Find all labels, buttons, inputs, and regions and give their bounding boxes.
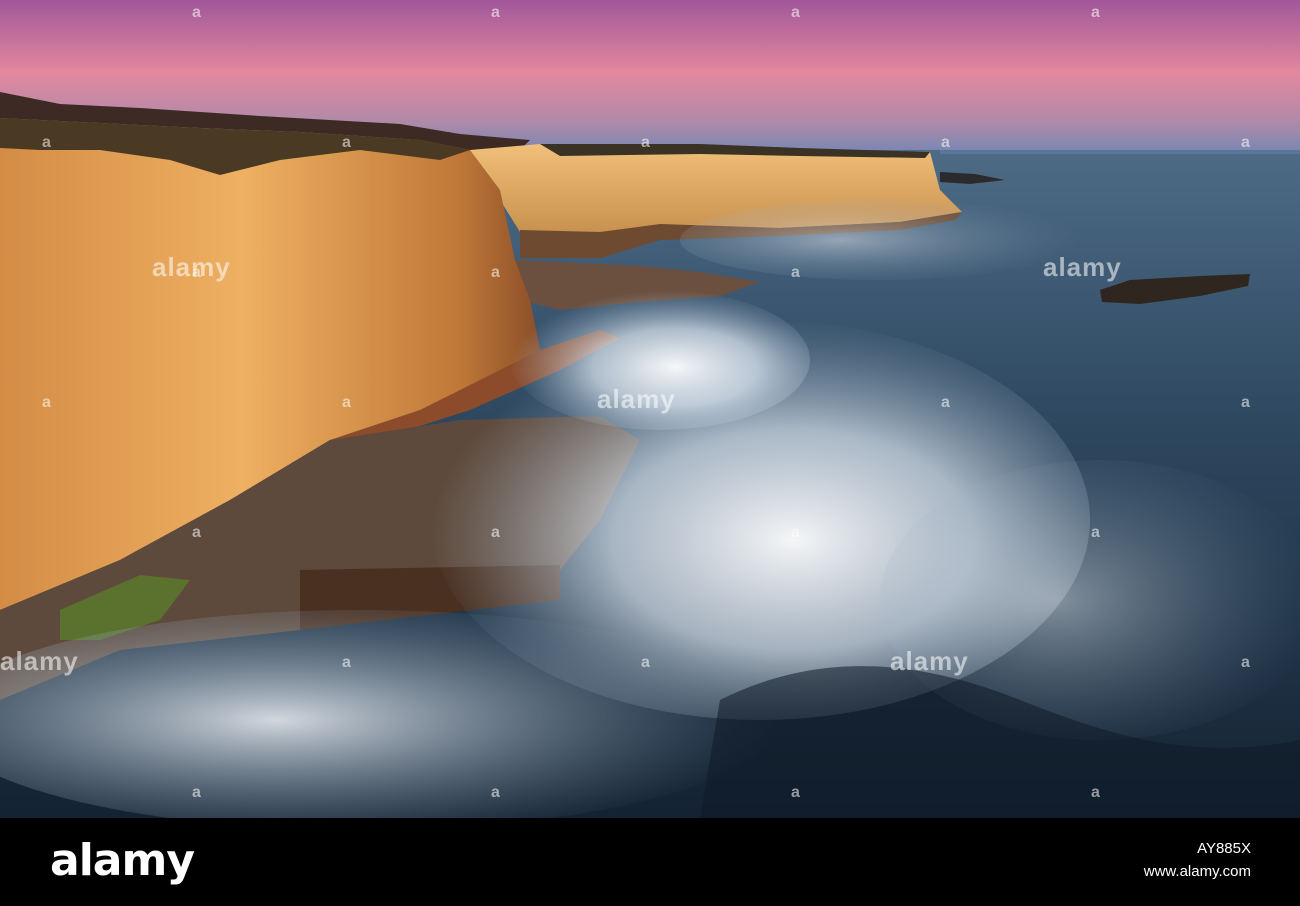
photo-scene bbox=[0, 0, 1300, 818]
distant-surf bbox=[680, 200, 1080, 280]
brand-logo[interactable]: alamy bbox=[50, 836, 195, 886]
horizon bbox=[940, 150, 1300, 154]
image-id: AY885X bbox=[1197, 840, 1251, 857]
footer-bar: alamy AY885X www.alamy.com bbox=[0, 818, 1300, 906]
wave-spray bbox=[510, 290, 810, 430]
landscape-photo: alamy alamy alamy alamy alamy a a a a a … bbox=[0, 0, 1300, 818]
site-url-link[interactable]: www.alamy.com bbox=[1144, 863, 1251, 881]
